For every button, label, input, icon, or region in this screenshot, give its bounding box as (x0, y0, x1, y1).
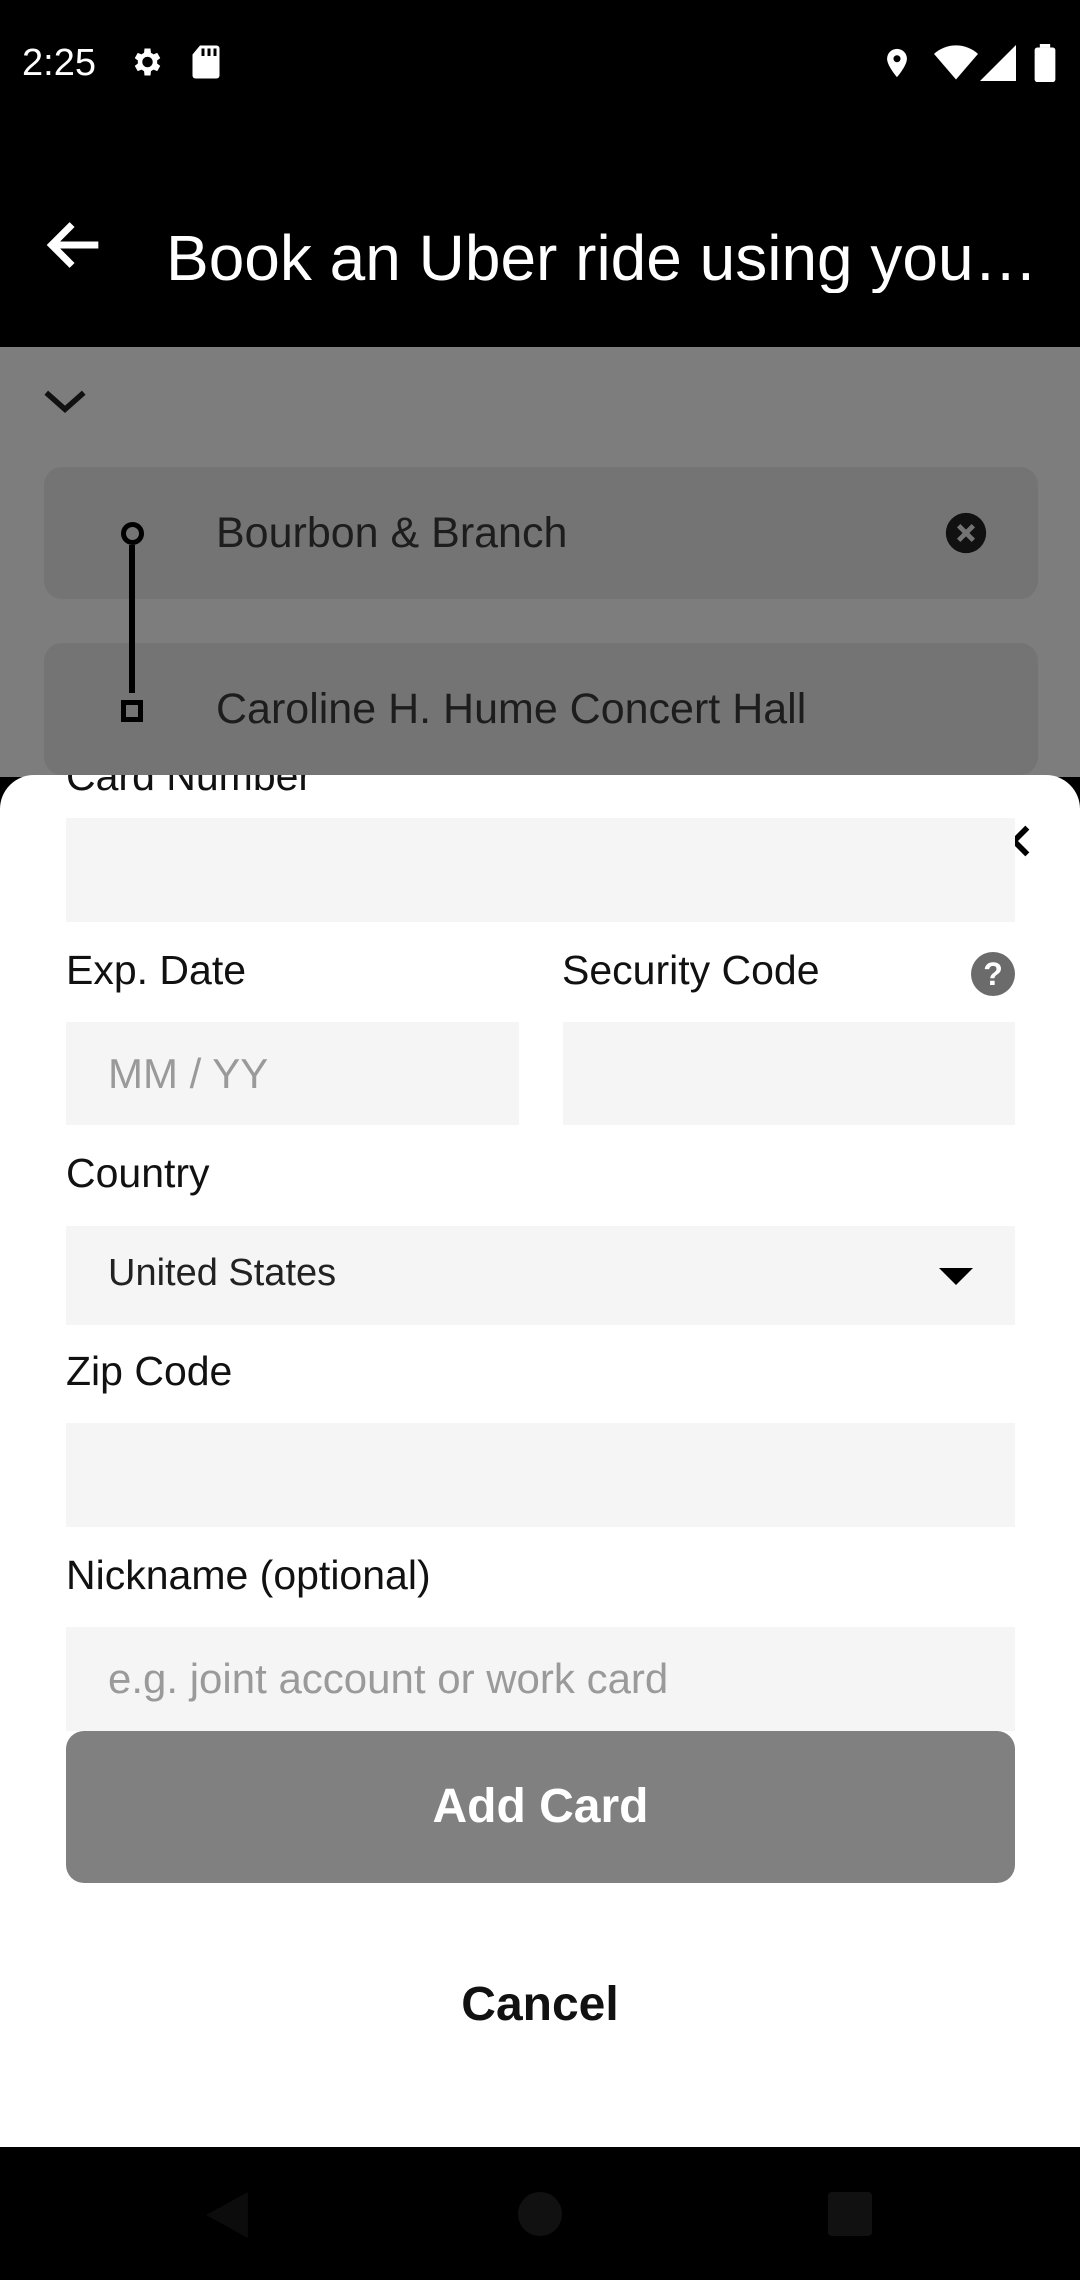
help-icon[interactable]: ? (971, 952, 1015, 996)
system-nav-bar (0, 2147, 1080, 2280)
arrow-left-icon[interactable] (40, 210, 110, 280)
route-line (129, 545, 135, 693)
pickup-text: Bourbon & Branch (216, 509, 568, 557)
card-number-field[interactable] (66, 818, 1015, 922)
country-label: Country (66, 1150, 210, 1196)
country-value: United States (108, 1252, 337, 1294)
add-card-button[interactable]: Add Card (66, 1731, 1015, 1883)
zip-code-field[interactable] (66, 1423, 1015, 1527)
wifi-icon (934, 45, 978, 80)
status-bar: 2:25 (0, 0, 1080, 135)
dropdown-caret-icon (939, 1268, 973, 1285)
destination-text: Caroline H. Hume Concert Hall (216, 685, 807, 733)
status-time: 2:25 (22, 42, 96, 84)
destination-field[interactable]: Caroline H. Hume Concert Hall (44, 643, 1038, 775)
country-select[interactable]: United States (66, 1226, 1015, 1325)
chevron-down-icon[interactable] (40, 381, 90, 421)
signal-icon (980, 45, 1016, 81)
nickname-field[interactable] (66, 1627, 1015, 1731)
zip-code-label: Zip Code (66, 1348, 233, 1394)
nav-back-icon[interactable] (205, 2192, 249, 2238)
battery-icon (1034, 44, 1056, 82)
destination-square-icon (121, 700, 143, 722)
sd-card-icon (192, 45, 220, 79)
security-code-field[interactable] (563, 1022, 1015, 1125)
nickname-label: Nickname (optional) (66, 1552, 431, 1598)
card-number-label: Card Number (66, 775, 313, 799)
page-title: Book an Uber ride using your… (166, 223, 1046, 294)
add-card-sheet: Card Number Exp. Date Security Code ? Co… (0, 775, 1080, 2147)
cancel-button[interactable]: Cancel (340, 1965, 740, 2045)
exp-date-field[interactable] (66, 1022, 519, 1125)
location-icon (887, 48, 907, 78)
exp-date-label: Exp. Date (66, 947, 247, 993)
security-code-label: Security Code (562, 947, 820, 993)
pickup-dot-icon (121, 522, 144, 545)
route-panel: Bourbon & Branch Caroline H. Hume Concer… (0, 347, 1080, 777)
app-bar: Book an Uber ride using your… (0, 135, 1080, 347)
settings-icon (134, 48, 161, 76)
nav-recents-icon[interactable] (828, 2192, 872, 2236)
pickup-field[interactable]: Bourbon & Branch (44, 467, 1038, 599)
nav-home-icon[interactable] (518, 2192, 562, 2236)
clear-icon[interactable] (944, 511, 988, 555)
